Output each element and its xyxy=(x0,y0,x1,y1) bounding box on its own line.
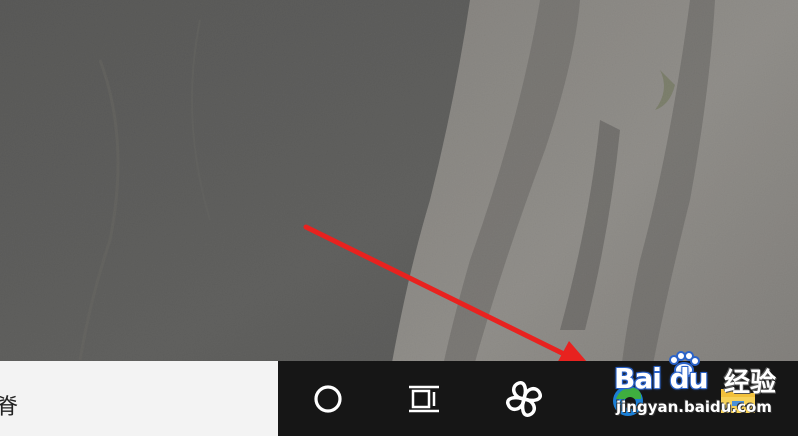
search-box-text: 脊 xyxy=(0,395,19,420)
file-explorer-button[interactable] xyxy=(706,361,770,436)
task-view-button[interactable] xyxy=(392,361,456,436)
cortana-button[interactable] xyxy=(296,361,360,436)
pinwheel-app-icon xyxy=(506,380,542,417)
cortana-circle-icon xyxy=(314,384,342,413)
edge-browser-button[interactable] xyxy=(596,361,660,436)
task-view-icon xyxy=(409,385,439,412)
taskbar-search-box[interactable]: 脊 xyxy=(0,361,278,436)
pinwheel-app-button[interactable] xyxy=(492,361,556,436)
taskbar: 脊 xyxy=(0,361,798,436)
edge-browser-icon xyxy=(613,385,643,416)
file-explorer-icon xyxy=(721,388,755,413)
